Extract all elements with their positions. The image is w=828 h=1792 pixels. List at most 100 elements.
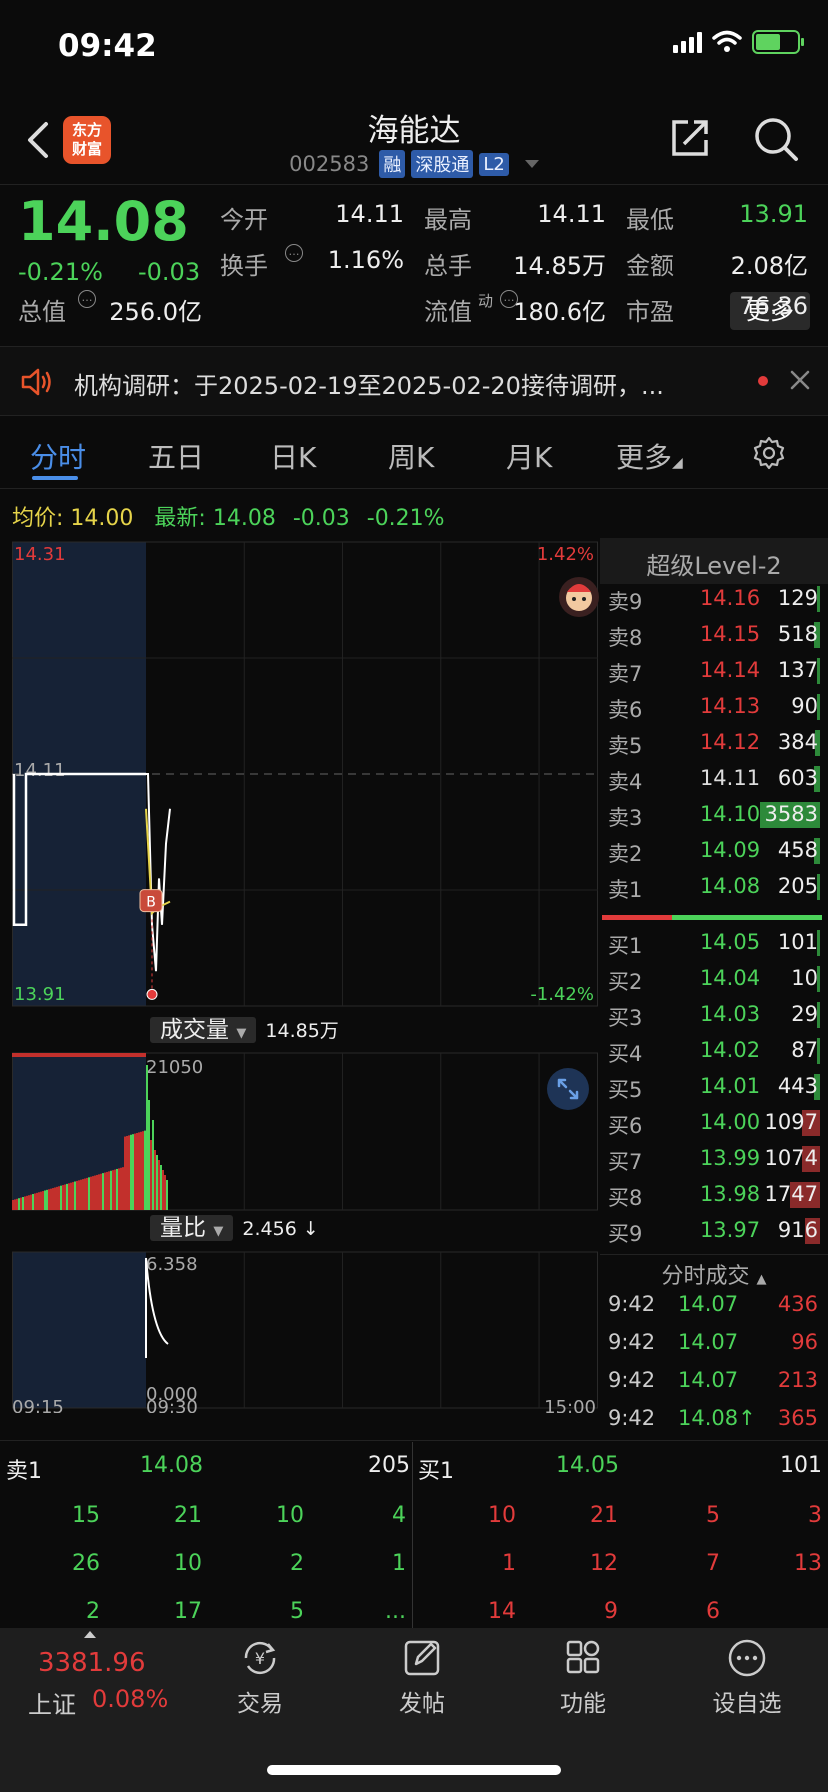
volume-bar xyxy=(122,1167,124,1210)
buy-queue-cell: 14 xyxy=(488,1599,516,1624)
orderbook-label: 买4 xyxy=(608,1042,643,1066)
volume-bar xyxy=(146,1065,148,1210)
index-value[interactable]: 3381.96 xyxy=(38,1648,146,1678)
volume-bar xyxy=(102,1173,104,1210)
orderbook-row: 卖6 14.13 90 xyxy=(600,690,822,726)
orderbook-price: 14.05 xyxy=(699,930,761,954)
tab-intraday[interactable]: 分时 xyxy=(30,436,86,476)
nav-watchlist[interactable]: 设自选 xyxy=(692,1638,802,1718)
notice-text[interactable]: 机构调研：于2025-02-19至2025-02-20接待调研，... xyxy=(74,366,734,401)
ratio-pill[interactable]: 量比 ▼ xyxy=(150,1215,234,1241)
change-amount: -0.03 xyxy=(138,258,201,286)
tab-weekly-k[interactable]: 周K xyxy=(388,436,434,476)
sell-price: 14.08 xyxy=(140,1453,203,1478)
tick-title: 分时成交 xyxy=(661,1264,750,1289)
nav-apps-label: 功能 xyxy=(560,1691,606,1717)
orderbook-title: 超级Level-2 xyxy=(646,552,782,580)
volume-bar xyxy=(144,1130,146,1210)
sell-queue-cell: 17 xyxy=(174,1599,202,1624)
nav-apps[interactable]: 功能 xyxy=(528,1638,638,1718)
orderbook-price: 13.98 xyxy=(699,1182,761,1206)
orderbook-row: 卖8 14.15 518 xyxy=(600,618,822,654)
quote-label: 总手 xyxy=(424,252,472,280)
ratio-selector[interactable]: 量比 ▼ 2.456 ↓ xyxy=(150,1212,319,1248)
orderbook-label: 买8 xyxy=(608,1186,643,1210)
orderbook-row: 卖4 14.11 603 xyxy=(600,762,822,798)
volume-selector[interactable]: 成交量 ▼ 14.85万 xyxy=(150,1014,339,1050)
volume-bar xyxy=(104,1172,106,1210)
sell-queue-cell: 10 xyxy=(174,1551,202,1576)
volume-bar xyxy=(52,1188,54,1210)
volume-bar xyxy=(36,1192,38,1210)
quote-value: 14.11 xyxy=(537,200,606,228)
volume-pill[interactable]: 成交量 ▼ xyxy=(150,1017,257,1043)
time-tick-open: 09:30 xyxy=(146,1397,198,1413)
orderbook-label: 买7 xyxy=(608,1150,643,1174)
new-price: 14.08 xyxy=(212,506,276,531)
orderbook-volume: 603 xyxy=(777,766,818,790)
tag-level2: L2 xyxy=(479,152,509,176)
time-tick-close: 15:00 xyxy=(544,1397,596,1413)
avg-value: 14.00 xyxy=(70,506,134,531)
volume-bar xyxy=(134,1133,136,1210)
speaker-icon xyxy=(21,368,51,396)
volume-bar xyxy=(42,1191,44,1210)
app-screen: 09:42 东方 财富 海能达 002583 融 深股通 L2 14.08 -0… xyxy=(0,0,828,1792)
tick-header[interactable]: 分时成交 ▲ xyxy=(600,1258,828,1290)
volume-bar xyxy=(38,1192,40,1210)
tab-monthly-k[interactable]: 月K xyxy=(506,436,552,476)
volume-bar xyxy=(76,1180,78,1210)
volume-caret: ▼ xyxy=(236,1026,247,1041)
tick-row: 9:42 14.07 96 xyxy=(600,1330,822,1364)
volume-axis-max: 21050 xyxy=(146,1057,203,1078)
volume-bar xyxy=(48,1189,50,1210)
index-change[interactable]: 0.08% xyxy=(92,1685,168,1713)
volume-bar xyxy=(160,1165,162,1210)
index-label[interactable]: 上证 xyxy=(28,1685,76,1720)
orderbook-volume: 29 xyxy=(791,1002,818,1026)
orderbook-label: 卖3 xyxy=(608,806,643,830)
nav-trade[interactable]: ¥ 交易 xyxy=(205,1638,315,1718)
nav-post[interactable]: 发帖 xyxy=(367,1638,477,1718)
close-icon[interactable] xyxy=(788,368,812,392)
tick-row: 9:42 14.08↑ 365 xyxy=(600,1406,822,1440)
pe-superscript: 动 xyxy=(478,292,494,310)
quote-value: 76.36 xyxy=(739,292,808,320)
volume-bar xyxy=(28,1195,30,1210)
buy-queue-cell: 9 xyxy=(604,1599,618,1624)
mascot-icon[interactable] xyxy=(558,576,600,618)
home-indicator[interactable] xyxy=(267,1765,561,1775)
nav-trade-label: 交易 xyxy=(237,1691,283,1717)
buy-queue-cell: 21 xyxy=(590,1503,618,1528)
search-icon[interactable] xyxy=(753,116,799,162)
quote-value: 13.91 xyxy=(739,200,808,228)
tag-margin: 融 xyxy=(379,150,406,178)
info-icon[interactable]: … xyxy=(78,290,96,308)
gear-icon[interactable] xyxy=(752,436,786,470)
info-icon[interactable]: … xyxy=(500,290,518,308)
tab-more[interactable]: 更多◢ xyxy=(616,436,683,476)
orderbook-label: 买1 xyxy=(608,934,643,958)
intraday-chart[interactable]: 14.3114.1113.911.42%-1.42%210506.3580.00… xyxy=(12,538,598,1413)
share-icon[interactable] xyxy=(668,116,712,160)
buy-queue-cell: 10 xyxy=(488,1503,516,1528)
quote-value: 14.11 xyxy=(335,200,404,228)
chevron-up-icon[interactable] xyxy=(84,1631,96,1638)
chevron-down-icon[interactable] xyxy=(524,160,539,168)
expand-icon[interactable] xyxy=(546,1067,590,1111)
low-marker xyxy=(146,988,158,1000)
change-percent: -0.21% xyxy=(18,258,103,286)
tick-volume: 96 xyxy=(791,1330,818,1354)
quote-label: 金额 xyxy=(626,252,674,280)
sell-queue-cell: ... xyxy=(385,1599,406,1624)
quote-value: 14.85万 xyxy=(513,252,606,280)
orderbook-row: 买2 14.04 10 xyxy=(600,962,822,998)
orderbook-row: 买3 14.03 29 xyxy=(600,998,822,1034)
volume-bar xyxy=(60,1185,62,1210)
volume-bar xyxy=(88,1177,90,1210)
tab-daily-k[interactable]: 日K xyxy=(270,436,316,476)
quote-label: 总值 xyxy=(18,298,66,326)
volume-bar xyxy=(70,1182,72,1210)
tab-five-day[interactable]: 五日 xyxy=(148,436,204,476)
info-icon[interactable]: … xyxy=(285,244,303,262)
